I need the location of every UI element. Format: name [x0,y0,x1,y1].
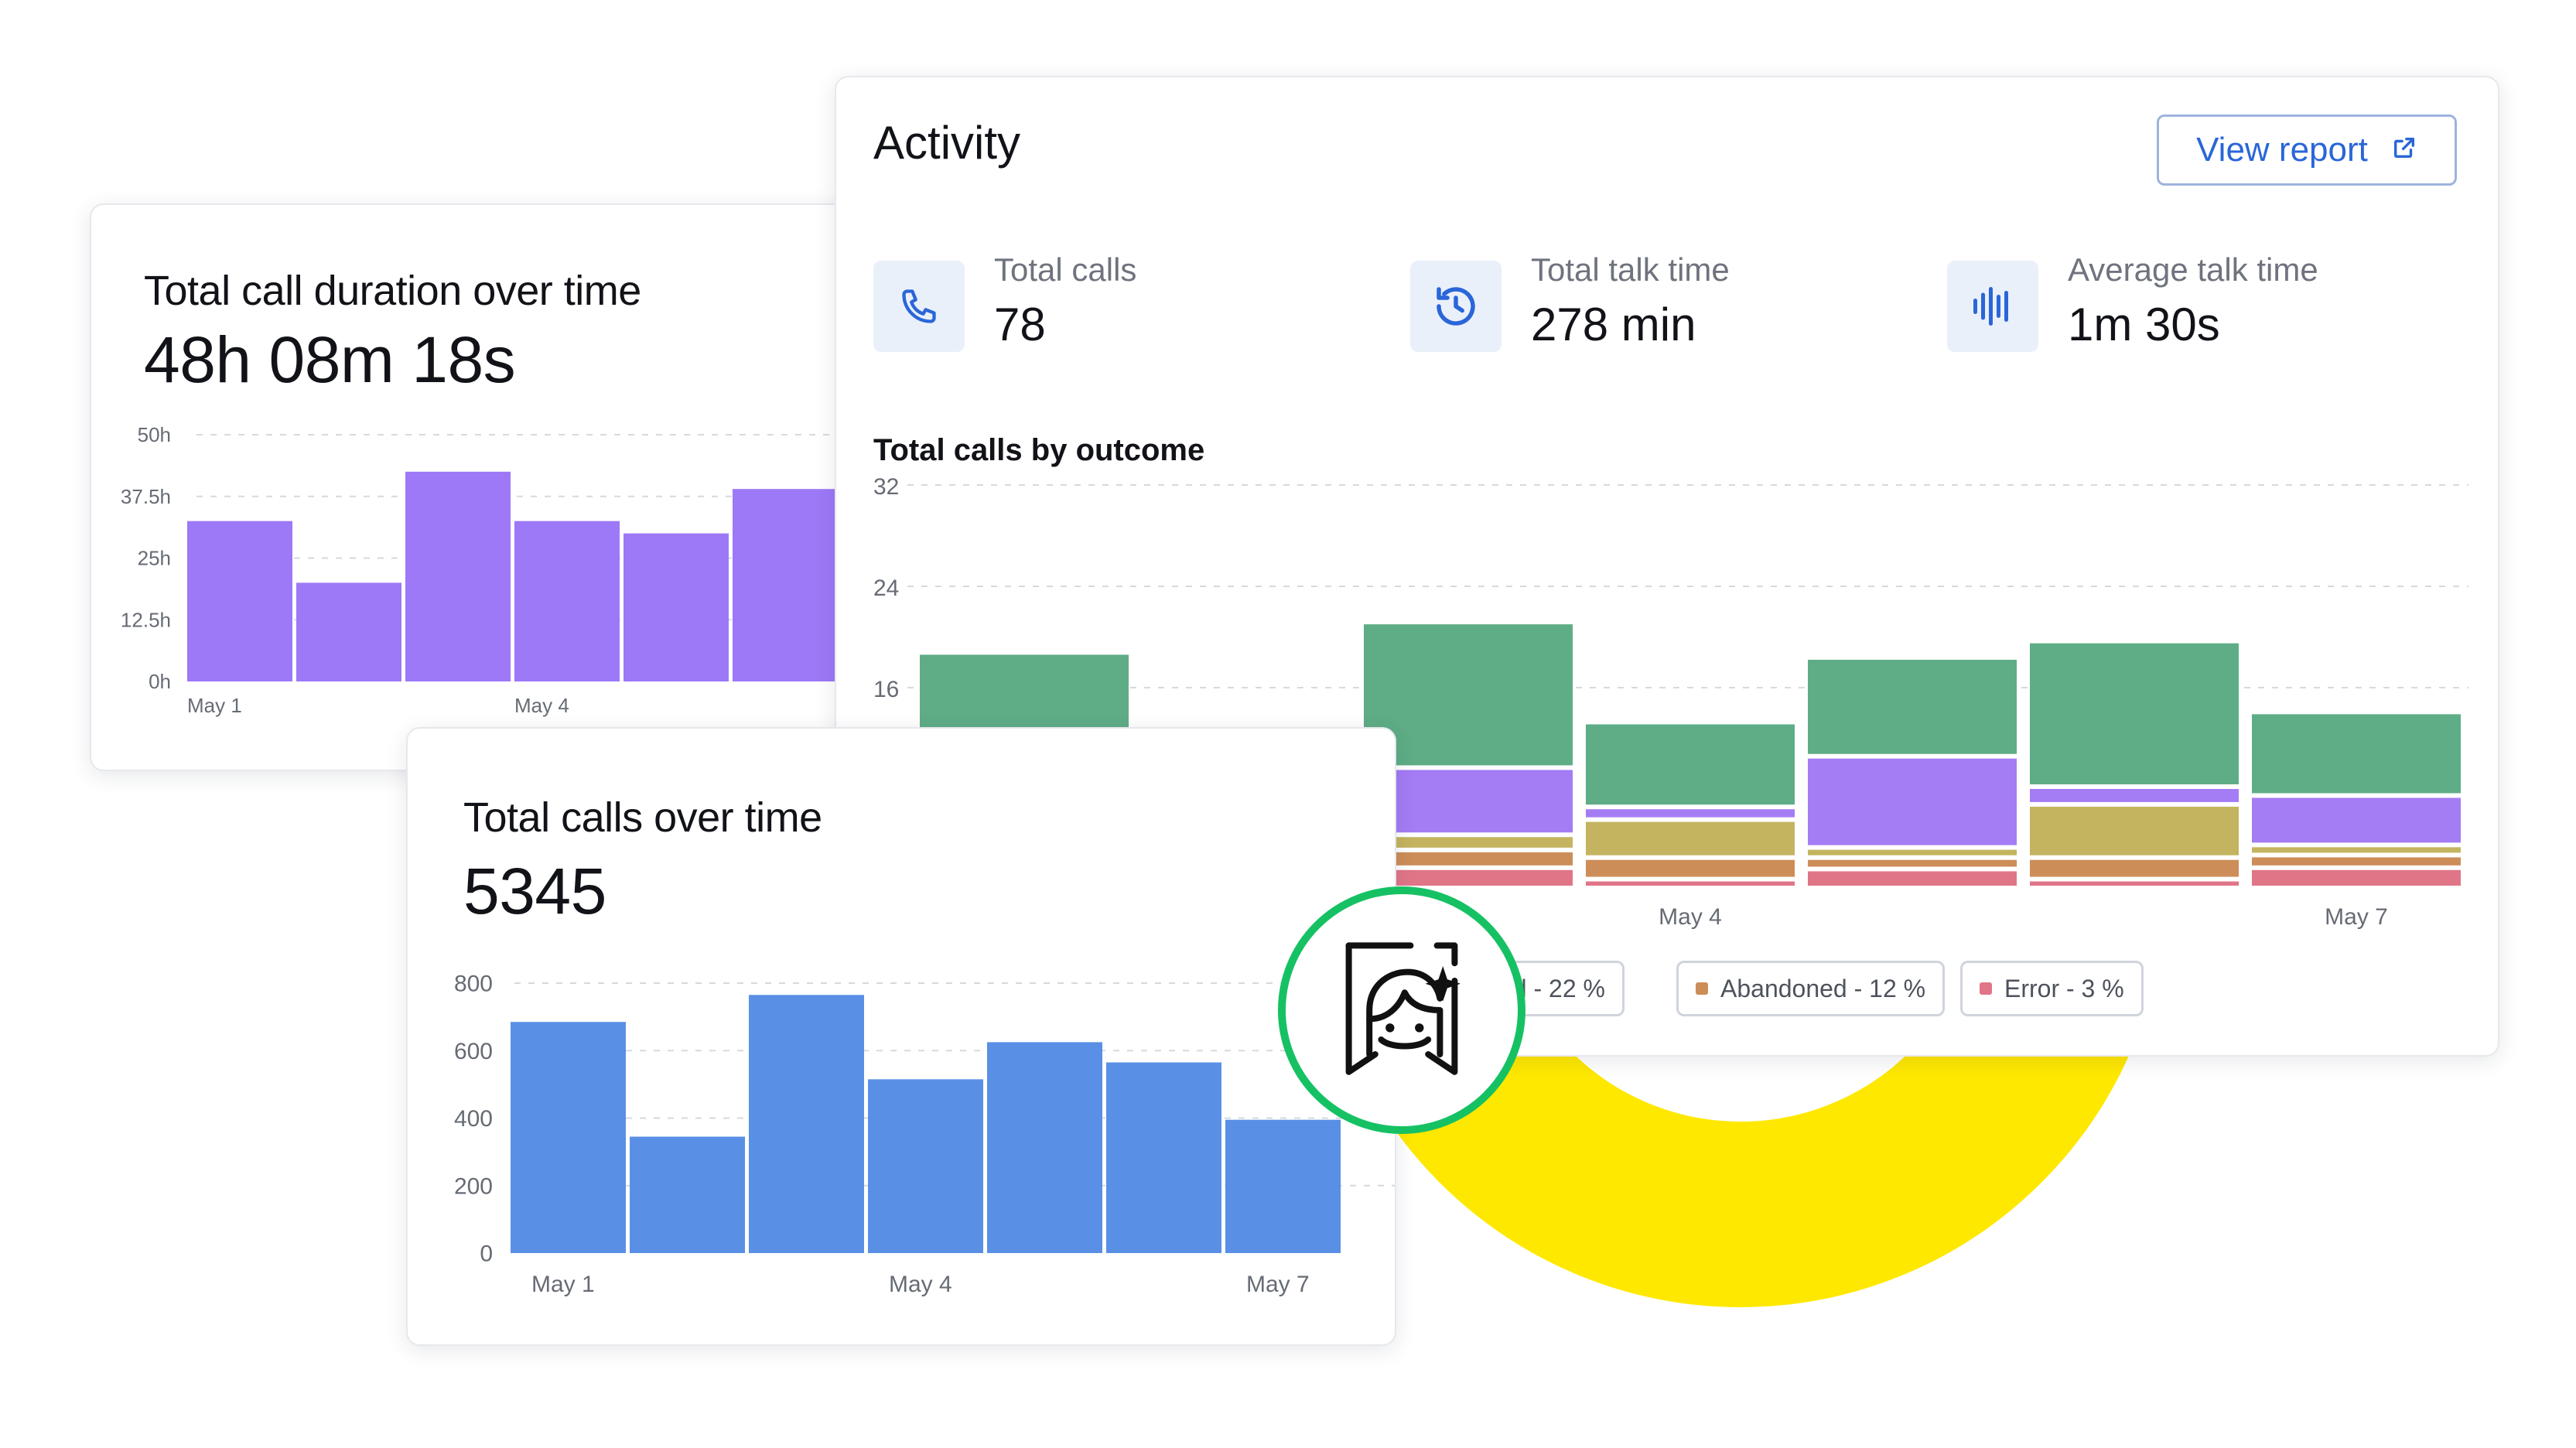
legend-chip[interactable]: Error - 3 % [1960,961,2144,1016]
stacked-bar-segment [2252,797,2461,843]
bar [187,521,292,681]
bar [514,521,620,681]
y-tick-label: 400 [454,1106,493,1132]
call-duration-chart: 0h 12.5h 25h 37.5h 50h May 1 May 4 [121,423,911,717]
stacked-bar-segment [1808,659,2017,754]
y-tick-label: 37.5h [121,485,171,508]
stacked-bar-segment [1808,758,2017,845]
legend-label: Error - 3 % [2004,974,2124,1002]
ai-agent-face-sparkle-icon [1345,942,1461,1075]
stacked-bar-segment [1808,849,2017,855]
stacked-bar-segment [1808,859,2017,867]
y-tick-label: 600 [454,1039,493,1064]
x-tick-label: May 1 [187,694,242,717]
calls-over-time-chart: 0 200 400 600 800 May 1 May 4 May 7 [454,972,1395,1297]
y-tick-label: 16 [873,677,899,702]
ai-agent-badge [1278,886,1525,1134]
x-tick-label: May 4 [889,1272,952,1297]
y-tick-label: 800 [454,972,493,997]
x-tick-label: May 1 [531,1272,595,1297]
legend-swatch [1980,982,1992,995]
bar [405,471,511,681]
legend-label: Abandoned - 12 % [1720,974,1926,1002]
bar [987,1042,1102,1253]
y-tick-label: 0h [149,670,171,693]
bar [749,995,864,1253]
x-tick-label: May 7 [1246,1272,1310,1297]
stacked-bar-segment [2252,857,2461,866]
stacked-bar-segment [2030,881,2239,886]
x-tick-label: May 4 [514,694,569,717]
stacked-bar-segment [1586,724,1795,805]
bar [733,489,838,681]
y-tick-label: 12.5h [121,608,171,631]
stacked-bar-segment [1586,821,1795,855]
legend-swatch [1696,982,1708,995]
stacked-bar-segment [2030,806,2239,855]
stacked-bar-segment [2030,643,2239,784]
stacked-bar-segment [1586,809,1795,818]
bar [624,533,729,681]
call-duration-card: Total call duration over time 48h 08m 18… [90,203,913,771]
stacked-bar-segment [2252,847,2461,853]
bar [1106,1062,1221,1253]
x-tick-label: May 7 [2325,904,2388,930]
y-tick-label: 50h [138,423,171,446]
legend-chip[interactable]: Abandoned - 12 % [1676,961,1946,1016]
stacked-bar-segment [2252,869,2461,886]
stacked-bar-segment [2030,859,2239,877]
bar [1225,1119,1341,1253]
stacked-bar-segment [2030,789,2239,802]
y-tick-label: 24 [873,575,899,601]
y-tick-label: 200 [454,1173,493,1199]
y-tick-label: 0 [480,1241,493,1267]
y-tick-label: 32 [873,474,899,500]
bar [511,1022,626,1253]
x-tick-label: May 4 [1659,904,1722,930]
calls-over-time-card: Total calls over time 5345 0 200 400 600 800… [406,727,1396,1346]
stacked-bar-segment [1808,871,2017,886]
stacked-bar-segment [1586,859,1795,877]
stacked-bar-segment [2252,714,2461,794]
bar [296,582,401,681]
bar [868,1079,983,1253]
stacked-bar-segment [1586,881,1795,886]
bar [630,1136,745,1253]
y-tick-label: 25h [138,547,171,570]
